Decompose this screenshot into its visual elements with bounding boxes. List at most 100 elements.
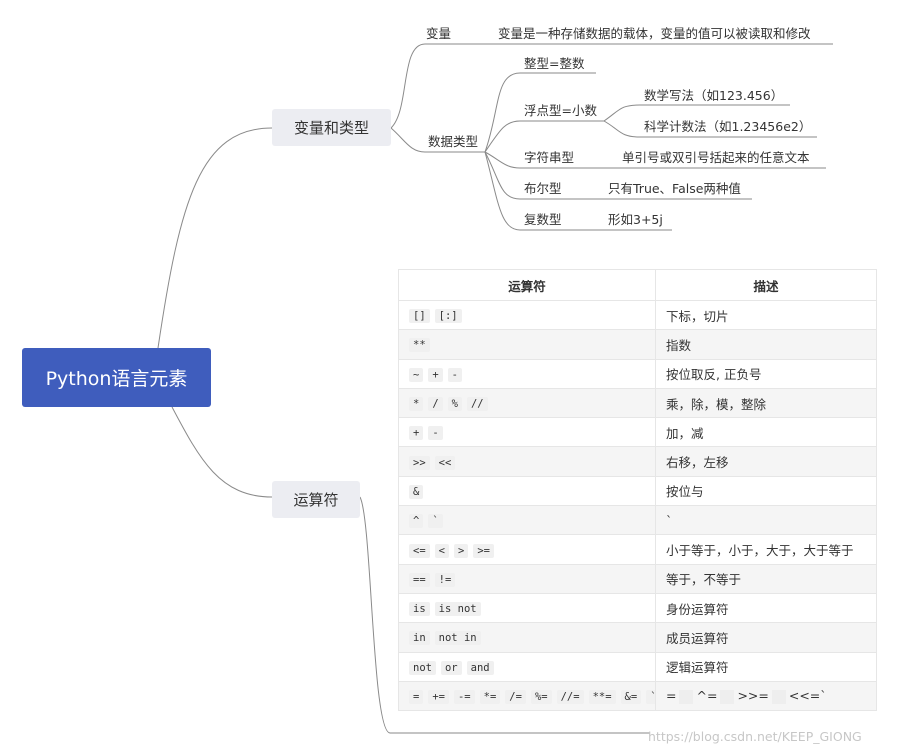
description-cell: 加，减	[655, 417, 877, 448]
table-row: & 按位与	[398, 475, 877, 507]
blank-placeholder	[679, 689, 694, 704]
operator-code: >=	[473, 543, 494, 558]
operator-code: not	[409, 660, 436, 675]
operator-code: **=	[588, 690, 616, 704]
table-row: >> << 右移，左移	[398, 446, 877, 477]
node-variable[interactable]: 变量	[426, 26, 451, 42]
node-str[interactable]: 字符串型	[524, 150, 574, 166]
watermark: https://blog.csdn.net/KEEP_GIONG	[648, 729, 862, 744]
operator-cell: in not in	[398, 622, 656, 653]
table-row: == != 等于，不等于	[398, 563, 877, 594]
operator-code: =	[409, 690, 424, 704]
operator-code: *	[409, 397, 424, 412]
description-cell: `	[655, 505, 877, 536]
node-complex-desc[interactable]: 形如3+5j	[608, 212, 663, 228]
operator-cell: ~ + -	[398, 358, 656, 389]
table-row: in not in 成员运算符	[398, 622, 877, 653]
description-cell: 乘，除，模，整除	[655, 387, 877, 419]
operator-cell: = += -= *= /= %= //= **= &= `	[398, 680, 656, 712]
description-text: ^=	[696, 688, 718, 704]
operator-cell: + -	[398, 417, 656, 448]
description-text: <<=`	[788, 688, 827, 704]
description-text: =	[666, 688, 677, 704]
operator-code: []	[409, 309, 430, 324]
operator-cell: >> <<	[398, 446, 656, 477]
operator-code: -	[447, 367, 462, 382]
operator-code: [:]	[434, 309, 462, 324]
branch-variables-and-types[interactable]: 变量和类型	[272, 109, 391, 146]
root-node[interactable]: Python语言元素	[22, 348, 211, 407]
table-row: + - 加，减	[398, 417, 877, 448]
operator-code: //=	[556, 690, 584, 704]
connector-vars-variable	[390, 43, 490, 129]
branch-label: 运算符	[293, 491, 339, 509]
operator-code: %=	[530, 690, 552, 704]
operator-cell: == !=	[398, 563, 656, 594]
description-cell: 按位取反, 正负号	[655, 358, 877, 389]
operator-code: or	[440, 660, 462, 675]
table-row: = += -= *= /= %= //= **= &= ` = ^= >>= <<=`	[398, 680, 877, 712]
node-variable-desc[interactable]: 变量是一种存储数据的载体，变量的值可以被读取和修改	[498, 26, 811, 42]
description-cell: 右移，左移	[655, 446, 877, 477]
node-bool[interactable]: 布尔型	[524, 181, 562, 197]
node-str-desc[interactable]: 单引号或双引号括起来的任意文本	[622, 150, 810, 166]
operator-code: !=	[434, 572, 456, 587]
branch-operators[interactable]: 运算符	[272, 481, 360, 518]
operator-code: is	[409, 602, 430, 617]
operator-code: in	[409, 631, 430, 646]
table-row: is is not 身份运算符	[398, 592, 877, 624]
operator-code: ~	[409, 367, 424, 382]
node-float[interactable]: 浮点型=小数	[524, 103, 597, 119]
operator-cell: &	[398, 475, 656, 507]
description-cell: 按位与	[655, 475, 877, 507]
operator-code: <=	[409, 543, 430, 558]
operator-code: //	[466, 397, 488, 412]
operator-code: ^	[409, 514, 424, 529]
table-row: ** 指数	[398, 329, 877, 360]
operator-code: /=	[505, 690, 526, 704]
operator-code: +	[409, 426, 424, 441]
description-cell: 逻辑运算符	[655, 651, 877, 682]
operator-code: is not	[434, 602, 481, 617]
connector-root-vars	[157, 127, 273, 349]
operator-code: ==	[409, 572, 430, 587]
node-int[interactable]: 整型=整数	[524, 56, 584, 72]
operators-table-body: [] [:] 下标，切片 ** 指数 ~ + - 按位取反, 正负号 * /%//乘，除，模，整除 +…	[398, 299, 877, 712]
operator-cell: [] [:]	[398, 299, 656, 331]
node-data-types[interactable]: 数据类型	[428, 134, 478, 150]
operator-cell: not or and	[398, 651, 656, 682]
table-header-row: 运算符 描述	[398, 269, 877, 301]
connector-root-ops	[171, 406, 273, 498]
operator-code: &	[409, 484, 424, 499]
operator-code: >>	[409, 455, 430, 470]
operator-code: -	[428, 426, 443, 441]
operators-table: 运算符 描述 [] [:] 下标，切片 ** 指数 ~ + - 按位取反, 正负号 * /%//乘，…	[398, 269, 877, 712]
operator-code: +=	[428, 690, 449, 704]
operator-code: <<	[434, 455, 456, 470]
operator-code: **	[409, 338, 430, 353]
operator-code: `	[428, 514, 443, 529]
operator-cell: * /% //	[398, 387, 656, 419]
operator-code: /	[428, 397, 443, 412]
node-float-notation-sci[interactable]: 科学计数法（如1.23456e2）	[644, 119, 811, 135]
blank-placeholder	[720, 689, 735, 704]
operator-code: and	[466, 660, 494, 675]
node-complex[interactable]: 复数型	[524, 212, 562, 228]
description-cell: 下标，切片	[655, 299, 877, 331]
operator-cell: is is not	[398, 592, 656, 624]
operator-code: not in	[434, 631, 481, 646]
table-row: ^ ` `	[398, 505, 877, 536]
table-row: not or and 逻辑运算符	[398, 651, 877, 682]
operator-code: %	[447, 397, 462, 412]
column-header: 运算符	[398, 269, 656, 301]
operator-code: `	[646, 690, 655, 704]
table-row: * /% // 乘，除，模，整除	[398, 387, 877, 419]
description-cell: 指数	[655, 329, 877, 360]
node-float-notation-math[interactable]: 数学写法（如123.456）	[644, 88, 783, 104]
operator-code: *=	[479, 690, 501, 704]
description-cell: 成员运算符	[655, 622, 877, 653]
operator-code: +	[428, 367, 443, 382]
blank-placeholder	[771, 689, 786, 704]
table-row: [] [:] 下标，切片	[398, 299, 877, 331]
node-bool-desc[interactable]: 只有True、False两种值	[608, 181, 741, 197]
